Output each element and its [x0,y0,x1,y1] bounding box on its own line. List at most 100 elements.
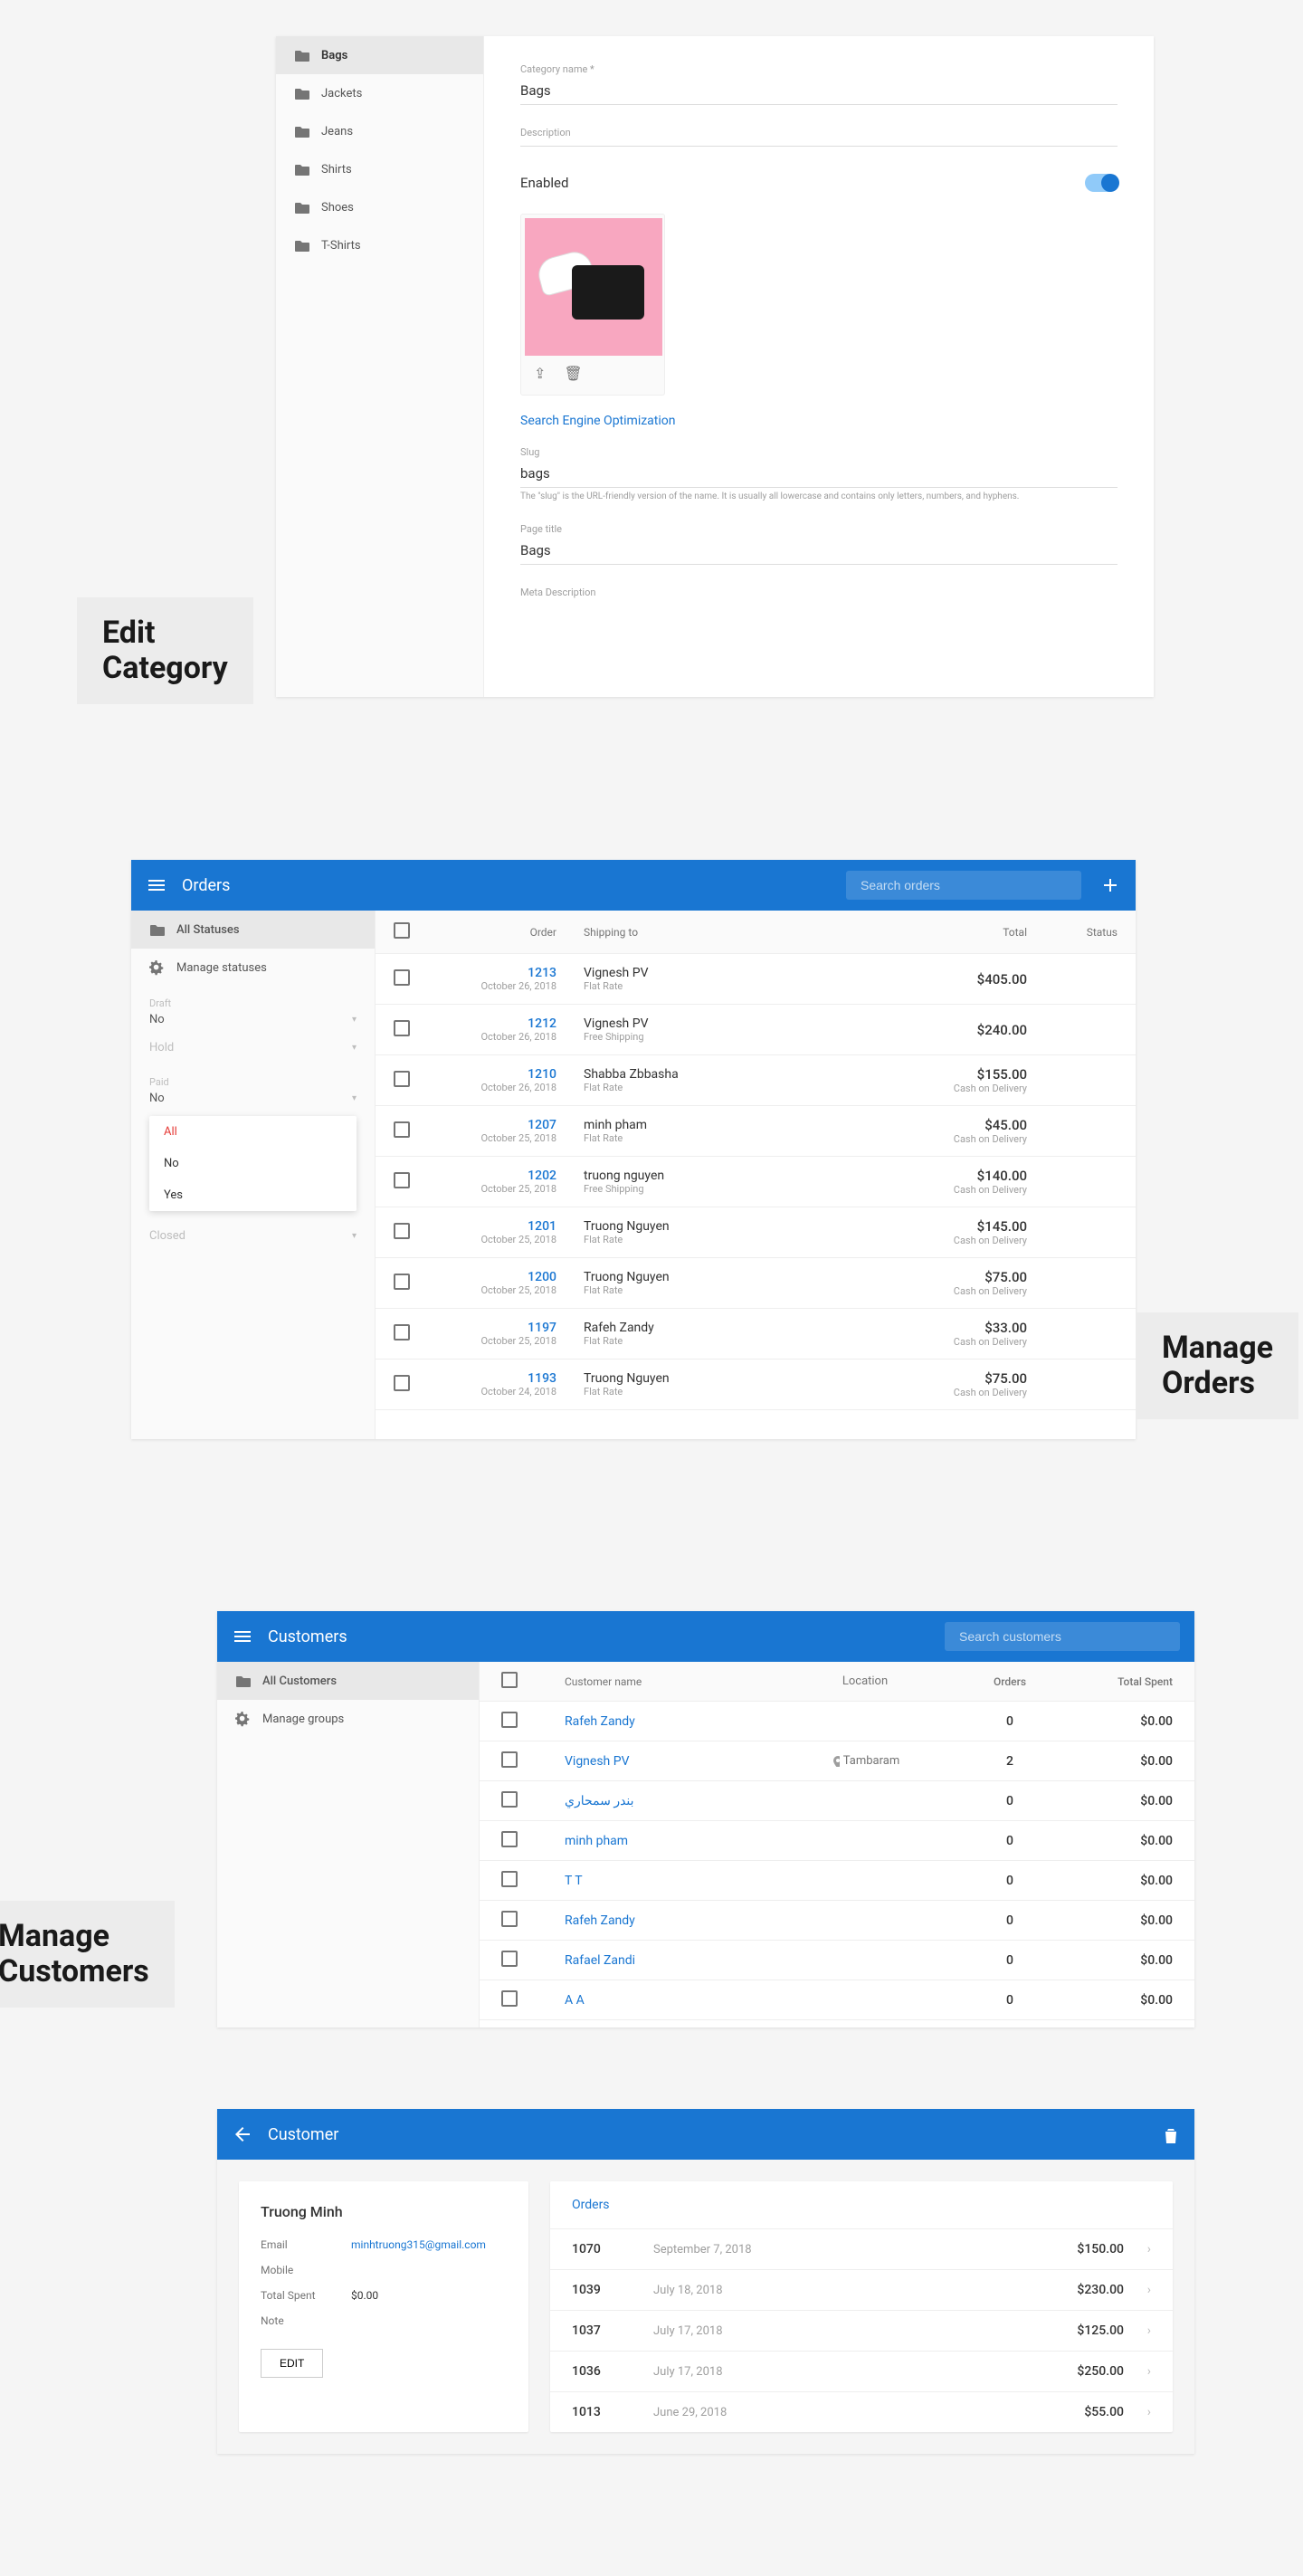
name-input[interactable]: Bags [520,77,1118,105]
seo-link[interactable]: Search Engine Optimization [520,414,1118,428]
order-amount: $125.00 [1024,2323,1124,2338]
customer-row[interactable]: T T0$0.00 [480,1861,1194,1901]
pagetitle-input[interactable]: Bags [520,537,1118,565]
row-checkbox[interactable] [501,1751,518,1768]
sidebar-manage-groups[interactable]: Manage groups [217,1700,479,1738]
customer-name-link[interactable]: Rafeh Zandy [565,1714,635,1729]
row-checkbox[interactable] [394,1274,410,1290]
enabled-toggle[interactable] [1085,174,1118,192]
customer-order-row[interactable]: 1013June 29, 2018$55.00› [550,2392,1173,2432]
row-checkbox[interactable] [394,1172,410,1188]
row-checkbox[interactable] [501,1712,518,1728]
sidebar-item-bags[interactable]: Bags [276,36,483,74]
customer-location: Tambaram [766,1754,965,1768]
row-checkbox[interactable] [501,1871,518,1887]
sidebar-manage-statuses[interactable]: Manage statuses [131,949,375,987]
row-checkbox[interactable] [501,1990,518,2007]
customer-row[interactable]: Rafeh Zandy0$0.00 [480,1901,1194,1941]
customer-row[interactable]: minh pham0$0.00 [480,1821,1194,1861]
ship-name: Vignesh PV [584,966,873,980]
row-checkbox[interactable] [501,1951,518,1967]
caption-edit-category: Edit Category [77,597,253,704]
filter-closed[interactable]: Closed▾ [131,1226,375,1254]
delete-customer-icon[interactable] [1158,2123,1180,2145]
customer-name-link[interactable]: Rafeh Zandy [565,1913,635,1928]
sidebar-all-statuses[interactable]: All Statuses [131,911,375,949]
order-row[interactable]: 1210October 26, 2018Shabba ZbbashaFlat R… [376,1055,1136,1106]
sidebar-item-t-shirts[interactable]: T-Shirts [276,226,483,264]
folder-icon [294,85,310,101]
customer-name-link[interactable]: minh pham [565,1834,628,1848]
paid-option[interactable]: No [149,1148,357,1179]
customer-row[interactable]: بندر سمحاري0$0.00 [480,1781,1194,1821]
pagetitle-label: Page title [520,523,1118,535]
sidebar-item-jackets[interactable]: Jackets [276,74,483,112]
order-row[interactable]: 1197October 25, 2018Rafeh ZandyFlat Rate… [376,1309,1136,1360]
delete-image-icon[interactable]: 🗑 [564,365,582,382]
sidebar-item-shirts[interactable]: Shirts [276,150,483,188]
row-checkbox[interactable] [394,969,410,986]
paid-option[interactable]: Yes [149,1179,357,1211]
customer-row[interactable]: Rafeh Zandy0$0.00 [480,1702,1194,1741]
customer-row[interactable]: Vignesh PVTambaram2$0.00 [480,1741,1194,1781]
order-row[interactable]: 1200October 25, 2018Truong NguyenFlat Ra… [376,1258,1136,1309]
sidebar-item-jeans[interactable]: Jeans [276,112,483,150]
customer-order-row[interactable]: 1070September 7, 2018$150.00› [550,2229,1173,2270]
payment-method: Cash on Delivery [873,1083,1027,1094]
filter-draft[interactable]: No▾ [131,1009,375,1037]
customer-order-row[interactable]: 1039July 18, 2018$230.00› [550,2270,1173,2311]
email-value[interactable]: minhtruong315@gmail.com [351,2238,507,2251]
order-row[interactable]: 1212October 26, 2018Vignesh PVFree Shipp… [376,1005,1136,1055]
customer-name-link[interactable]: Vignesh PV [565,1754,630,1769]
ship-method: Flat Rate [584,1234,873,1245]
select-all-checkbox[interactable] [394,922,410,939]
upload-icon[interactable]: ⇪ [534,365,546,382]
add-order-icon[interactable] [1099,874,1121,896]
order-row[interactable]: 1207October 25, 2018minh phamFlat Rate$4… [376,1106,1136,1157]
order-date: October 25, 2018 [439,1183,556,1195]
slug-input[interactable]: bags [520,460,1118,488]
ship-name: Vignesh PV [584,1016,873,1031]
row-checkbox[interactable] [501,1831,518,1847]
sidebar-item-shoes[interactable]: Shoes [276,188,483,226]
order-row[interactable]: 1202October 25, 2018truong nguyenFree Sh… [376,1157,1136,1207]
row-checkbox[interactable] [501,1911,518,1927]
row-checkbox[interactable] [501,1791,518,1808]
folder-icon [294,237,310,253]
filter-paid[interactable]: No▾ [131,1088,375,1116]
select-all-checkbox[interactable] [501,1672,518,1688]
order-amount: $150.00 [1024,2242,1124,2256]
customer-row[interactable]: Rafael Zandi0$0.00 [480,1941,1194,1980]
row-checkbox[interactable] [394,1223,410,1239]
order-row[interactable]: 1213October 26, 2018Vignesh PVFlat Rate$… [376,954,1136,1005]
orders-search-input[interactable] [846,871,1081,900]
row-checkbox[interactable] [394,1375,410,1391]
order-row[interactable]: 1201October 25, 2018Truong NguyenFlat Ra… [376,1207,1136,1258]
customers-title: Customers [268,1627,347,1646]
customer-name-link[interactable]: Rafael Zandi [565,1953,635,1968]
desc-label: Description [520,127,1118,147]
customer-name-link[interactable]: T T [565,1874,583,1888]
back-icon[interactable] [232,2123,253,2145]
customer-row[interactable]: A A0$0.00 [480,1980,1194,2020]
order-number: 1212 [439,1016,556,1031]
row-checkbox[interactable] [394,1020,410,1036]
paid-option[interactable]: All [149,1116,357,1148]
customer-order-row[interactable]: 1037July 17, 2018$125.00› [550,2311,1173,2352]
row-checkbox[interactable] [394,1324,410,1340]
customer-order-row[interactable]: 1036July 17, 2018$250.00› [550,2352,1173,2392]
customer-name-link[interactable]: A A [565,1993,585,2008]
customers-search-input[interactable] [945,1622,1180,1651]
order-row[interactable]: 1193October 24, 2018Truong NguyenFlat Ra… [376,1360,1136,1410]
filter-hold[interactable]: Hold▾ [131,1037,375,1065]
edit-category-panel: BagsJacketsJeansShirtsShoesT-Shirts Cate… [276,36,1154,697]
sidebar-all-customers[interactable]: All Customers [217,1662,479,1700]
menu-icon[interactable] [232,1626,253,1647]
menu-icon[interactable] [146,874,167,896]
row-checkbox[interactable] [394,1121,410,1138]
order-total: $145.00 [873,1218,1027,1235]
row-checkbox[interactable] [394,1071,410,1087]
category-image[interactable] [525,218,662,356]
customer-name-link[interactable]: بندر سمحاري [565,1794,634,1808]
edit-button[interactable]: EDIT [261,2349,323,2378]
